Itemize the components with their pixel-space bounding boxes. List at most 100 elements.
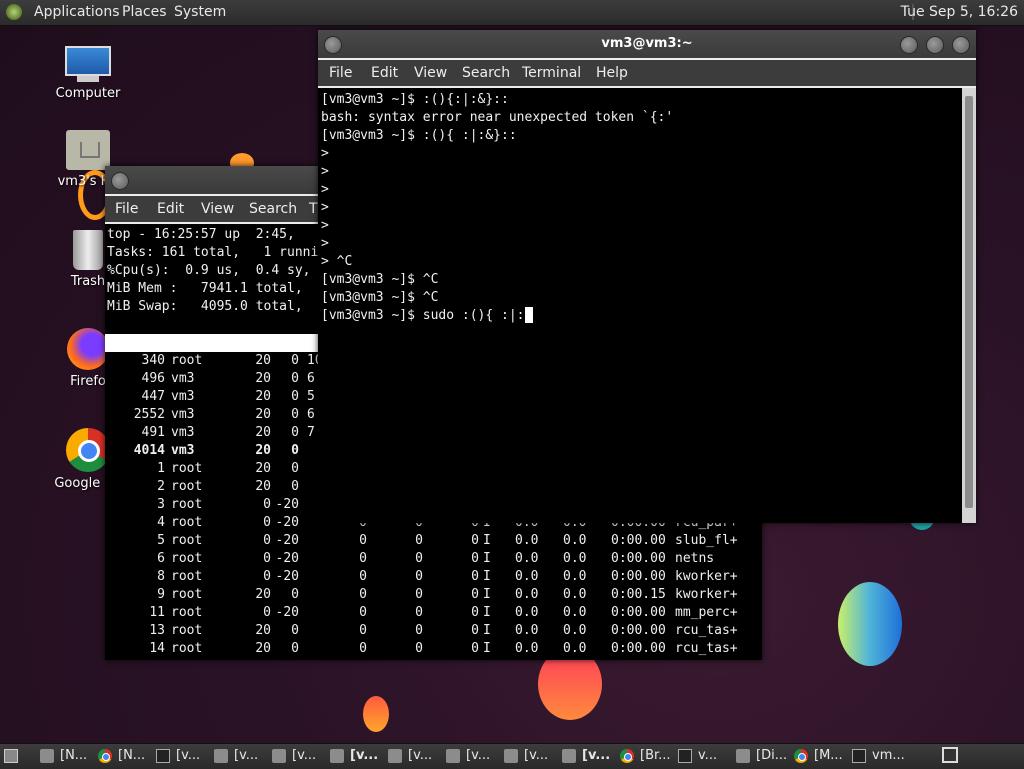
menu-search[interactable]: Search: [462, 65, 510, 81]
taskbar-task[interactable]: [v...: [156, 748, 212, 766]
process-cell-user: vm3: [171, 443, 195, 458]
show-desktop-icon[interactable]: [4, 749, 18, 763]
process-cell-cmd: netns: [675, 551, 715, 566]
process-cell-time: 0:00.00: [611, 641, 666, 656]
process-cell-ni: -20: [275, 515, 299, 530]
menu-file[interactable]: File: [115, 201, 138, 217]
process-cell-user: root: [171, 533, 203, 548]
applications-logo-icon[interactable]: [6, 4, 22, 20]
taskbar-task[interactable]: [v...: [446, 748, 502, 766]
process-cell-virt: 0: [359, 641, 367, 656]
process-cell-pr: 0: [263, 533, 271, 548]
process-row: 14 root 20 0 0 0 0 I 0.0 0.0 0:00.00 rcu_tas+: [105, 640, 762, 658]
taskbar-task[interactable]: [v...: [330, 748, 386, 766]
process-cell-ni: 0: [291, 479, 299, 494]
menu-help[interactable]: Help: [596, 65, 628, 81]
process-cell-cmd: rcu_tas+: [675, 623, 738, 638]
top-summary: top - 16:25:57 up 2:45, Tasks: 161 total…: [107, 226, 318, 316]
process-cell-ni: -20: [275, 569, 299, 584]
process-cell-cmd: mm_perc+: [675, 605, 738, 620]
process-cell-mem: 0.0: [563, 551, 587, 566]
taskbar-task[interactable]: [N...: [40, 748, 96, 766]
process-cell-mem: 0.0: [563, 569, 587, 584]
process-cell-virt: 0: [359, 623, 367, 638]
process-cell-cpu: 0.0: [515, 533, 539, 548]
process-cell-s: I: [483, 641, 491, 656]
process-cell-pr: 20: [255, 623, 271, 638]
taskbar-task[interactable]: [v...: [388, 748, 444, 766]
process-cell-shr: 0: [471, 533, 479, 548]
menu-file[interactable]: File: [329, 65, 352, 81]
terminal-icon: [678, 749, 692, 763]
process-cell-ni: 0: [291, 353, 299, 368]
menu-system[interactable]: System: [174, 4, 226, 20]
window-titlebar[interactable]: vm3@vm3:~: [318, 30, 976, 58]
menu-edit[interactable]: Edit: [157, 201, 184, 217]
process-cell-ni: -20: [275, 605, 299, 620]
window-menu-button[interactable]: [111, 172, 129, 190]
process-cell-pr: 20: [255, 407, 271, 422]
taskbar-task[interactable]: v...: [678, 748, 734, 766]
process-cell-s: I: [483, 605, 491, 620]
taskbar-task[interactable]: [Br...: [620, 748, 676, 766]
process-cell-pid: 3: [157, 497, 165, 512]
app-icon: [736, 749, 750, 763]
process-cell-cpu: 0.0: [515, 551, 539, 566]
clock[interactable]: Tue Sep 5, 16:26: [901, 4, 1018, 20]
taskbar-task[interactable]: [v...: [562, 748, 618, 766]
top-summary-line: MiB Swap: 4095.0 total,: [107, 299, 311, 314]
process-cell-ni: -20: [275, 497, 299, 512]
menu-search[interactable]: Search: [249, 201, 297, 217]
taskbar-task[interactable]: [M...: [794, 748, 850, 766]
taskbar-task[interactable]: [v...: [272, 748, 328, 766]
process-cell-cmd: kworker+: [675, 569, 738, 584]
process-cell-pid: 11: [149, 605, 165, 620]
desktop-icon-computer[interactable]: Computer: [38, 46, 138, 101]
scrollbar-thumb[interactable]: [965, 96, 973, 508]
taskbar-task[interactable]: [N...: [98, 748, 154, 766]
process-cell-cmd: slub_fl+: [675, 533, 738, 548]
menu-places[interactable]: Places: [122, 4, 167, 20]
chrome-icon: [794, 749, 808, 763]
process-cell-pr: 20: [255, 461, 271, 476]
workspace-switcher-icon[interactable]: [942, 747, 958, 763]
terminal-lines: [vm3@vm3 ~]$ :(){:|:&}:: bash: syntax err…: [321, 91, 673, 325]
process-cell-pid: 14: [149, 641, 165, 656]
menu-edit[interactable]: Edit: [371, 65, 398, 81]
taskbar-task[interactable]: [v...: [504, 748, 560, 766]
terminal-line: >: [321, 164, 329, 179]
process-cell-s: I: [483, 551, 491, 566]
process-cell-pid: 13: [149, 623, 165, 638]
process-cell-time: 0:00.00: [611, 569, 666, 584]
scrollbar[interactable]: [962, 88, 976, 523]
menu-applications[interactable]: Applications: [34, 4, 120, 20]
process-row: 5 root 0 -20 0 0 0 I 0.0 0.0 0:00.00 slub_fl+: [105, 532, 762, 550]
process-cell-ni: -20: [275, 551, 299, 566]
process-cell-shr: 0: [471, 551, 479, 566]
menu-terminal[interactable]: Terminal: [522, 65, 581, 81]
process-cell-pid: 5: [157, 533, 165, 548]
process-cell-pr: 0: [263, 551, 271, 566]
maximize-button[interactable]: [926, 36, 944, 54]
terminal-window-main[interactable]: vm3@vm3:~ File Edit View Search Terminal…: [318, 30, 976, 523]
terminal-output[interactable]: [vm3@vm3 ~]$ :(){:|:&}:: bash: syntax err…: [318, 88, 962, 523]
process-cell-pid: 491: [141, 425, 165, 440]
menu-view[interactable]: View: [414, 65, 447, 81]
process-cell-s: I: [483, 569, 491, 584]
process-cell-shr: 0: [471, 605, 479, 620]
terminal-line: [vm3@vm3 ~]$ :(){:|:&}::: [321, 92, 509, 107]
terminal-line: [vm3@vm3 ~]$ :(){ :|:&}::: [321, 128, 517, 143]
taskbar-task[interactable]: [Di...: [736, 748, 792, 766]
process-cell-ni: -20: [275, 533, 299, 548]
window-menu-button[interactable]: [324, 36, 342, 54]
minimize-button[interactable]: [900, 36, 918, 54]
terminal-line: >: [321, 236, 329, 251]
process-cell-res: 0: [415, 641, 423, 656]
menu-terminal[interactable]: T: [309, 201, 318, 217]
close-button[interactable]: [952, 36, 970, 54]
taskbar-task[interactable]: vm...: [852, 748, 908, 766]
menu-view[interactable]: View: [201, 201, 234, 217]
folder-icon: [330, 749, 344, 763]
taskbar-task[interactable]: [v...: [214, 748, 270, 766]
taskbar-task-label: [v...: [408, 748, 433, 763]
